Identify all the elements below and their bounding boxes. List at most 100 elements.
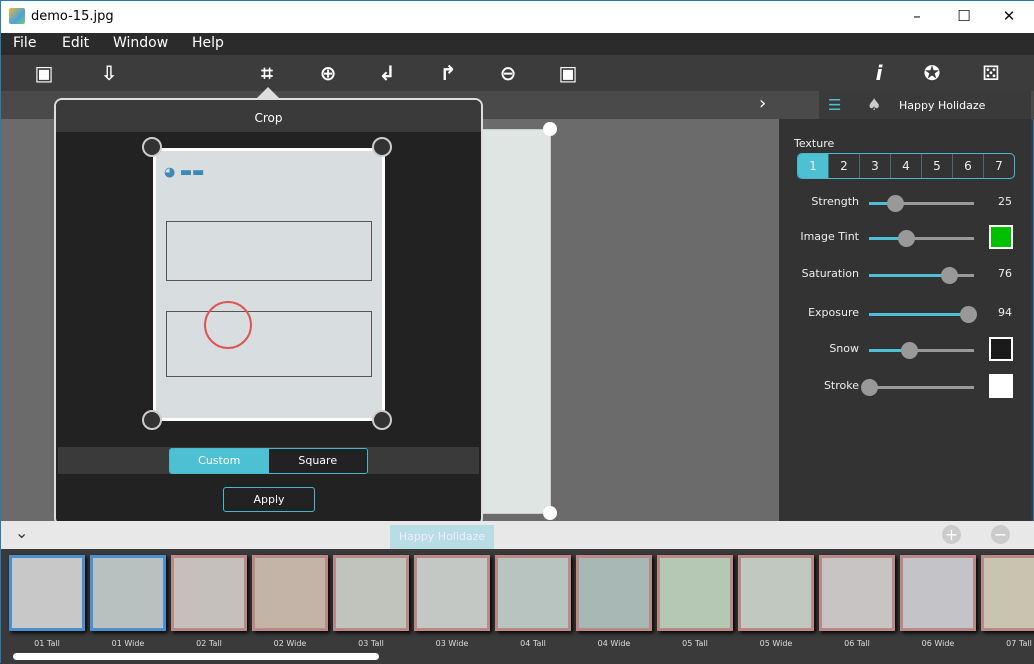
texture-label: Texture [794,137,835,150]
close-button[interactable]: ✕ [989,5,1029,27]
control-value: 76 [998,267,1012,280]
crop-preview-image[interactable]: ◕ ▬▬ [153,148,385,421]
adjustments-panel: Texture 1 2 3 4 5 6 7 Strength 25 Image T… [779,119,1031,521]
color-swatch[interactable] [989,337,1013,361]
slider[interactable] [869,195,974,212]
slider-knob[interactable] [900,342,918,359]
list-icon[interactable]: ☰ [828,96,841,114]
add-icon[interactable]: + [942,525,961,544]
crop-icon[interactable]: ⌗ [252,59,282,87]
custom-mode-button[interactable]: Custom [170,449,269,473]
info-icon[interactable]: i [864,59,894,87]
frame-thumbnail[interactable] [90,555,166,631]
frame-thumbnail[interactable] [819,555,895,631]
category-bar: ⌄ Happy Holidaze + − [1,521,1034,549]
slider[interactable] [869,230,974,247]
menu-help[interactable]: Help [192,35,224,51]
texture-option[interactable]: 1 [798,154,828,178]
thumbnail-label: 05 Wide [759,639,793,648]
control-label: Saturation [801,267,859,280]
slider[interactable] [869,342,974,359]
control-label: Stroke [823,379,859,392]
maximize-button[interactable]: ☐ [944,5,984,27]
crop-handle-top-left[interactable] [142,137,162,157]
crop-mode-selector: Custom Square [169,448,368,474]
panel-header: ☰ ♠ Happy Holidaze [819,91,1031,119]
resize-handle[interactable] [543,506,557,520]
thumbnail-label: 01 Tall [34,639,60,648]
app-icon [9,8,25,24]
frame-thumbnail[interactable] [657,555,733,631]
control-value: 25 [998,195,1012,208]
fit-image-icon[interactable]: ▣ [553,59,583,87]
frame-thumbnail[interactable] [495,555,571,631]
frame-thumbnail[interactable] [252,555,328,631]
texture-option[interactable]: 5 [921,154,952,178]
zoom-in-icon[interactable]: ⊕ [313,59,343,87]
apply-button[interactable]: Apply [223,487,315,512]
thumbnail-label: 04 Wide [597,639,631,648]
crop-handle-top-right[interactable] [372,137,392,157]
thumbnail-label: 06 Wide [921,639,955,648]
frame-thumbnail[interactable] [576,555,652,631]
open-image-icon[interactable]: ▣ [29,59,59,87]
menu-file[interactable]: File [13,35,36,51]
frame-thumbnail[interactable] [171,555,247,631]
rotate-right-icon[interactable]: ↱ [433,59,463,87]
random-icon[interactable]: ⚄ [976,59,1006,87]
thumbnail-label: 02 Tall [196,639,222,648]
color-swatch[interactable] [989,225,1013,249]
collapse-icon[interactable]: ⌄ [15,523,28,542]
settings-icon[interactable]: ✪ [917,59,947,87]
control-label: Strength [811,195,859,208]
frame-thumbnail[interactable] [9,555,85,631]
texture-option[interactable]: 3 [859,154,890,178]
texture-option[interactable]: 6 [952,154,983,178]
frame-thumbnail[interactable] [900,555,976,631]
crop-popover: Crop ◕ ▬▬ Custom Square Apply [54,98,483,526]
frame-thumbnail[interactable] [981,555,1034,631]
menu-edit[interactable]: Edit [62,35,89,51]
texture-option[interactable]: 2 [828,154,859,178]
square-mode-button[interactable]: Square [268,449,367,473]
frame-thumbnail[interactable] [414,555,490,631]
category-tab[interactable]: Happy Holidaze [390,525,494,549]
control-label: Image Tint [800,230,859,243]
slider[interactable] [861,379,974,396]
thumbnail-label: 01 Wide [111,639,145,648]
texture-option[interactable]: 4 [890,154,921,178]
control-label: Snow [829,342,859,355]
crop-handle-bottom-right[interactable] [372,410,392,430]
slider-knob[interactable] [897,230,915,247]
next-arrow-icon[interactable]: › [759,93,766,114]
document-image [479,129,551,514]
slider-knob[interactable] [861,379,878,396]
rotate-left-icon[interactable]: ↲ [372,59,402,87]
zoom-out-icon[interactable]: ⊖ [493,59,523,87]
remove-icon[interactable]: − [991,525,1010,544]
frame-thumbnails: 01 Tall 01 Wide 02 Tall 02 Wide 03 Tall 03 Wi… [1,549,1034,664]
frame-thumbnail[interactable] [738,555,814,631]
document-table [166,221,372,281]
thumbnail-label: 07 Tall [1006,639,1032,648]
minimize-button[interactable]: – [897,5,937,27]
menu-window[interactable]: Window [113,35,168,51]
slider-knob[interactable] [959,306,977,323]
control-label: Exposure [808,306,859,319]
resize-handle[interactable] [543,122,557,136]
crop-title: Crop [56,100,481,132]
frame-thumbnail[interactable] [333,555,409,631]
horizontal-scrollbar[interactable] [13,653,379,660]
color-swatch[interactable] [989,374,1013,398]
slider-knob[interactable] [887,195,905,212]
slider[interactable] [869,267,974,284]
thumbnail-label: 05 Tall [682,639,708,648]
texture-option[interactable]: 7 [983,154,1014,178]
menu-bar: File Edit Window Help [1,33,1034,55]
slider-knob[interactable] [940,267,958,284]
crop-handle-bottom-left[interactable] [142,410,162,430]
slider[interactable] [869,306,977,323]
document-table [166,311,372,377]
save-icon[interactable]: ⇩ [94,59,124,87]
tree-icon[interactable]: ♠ [867,95,881,114]
